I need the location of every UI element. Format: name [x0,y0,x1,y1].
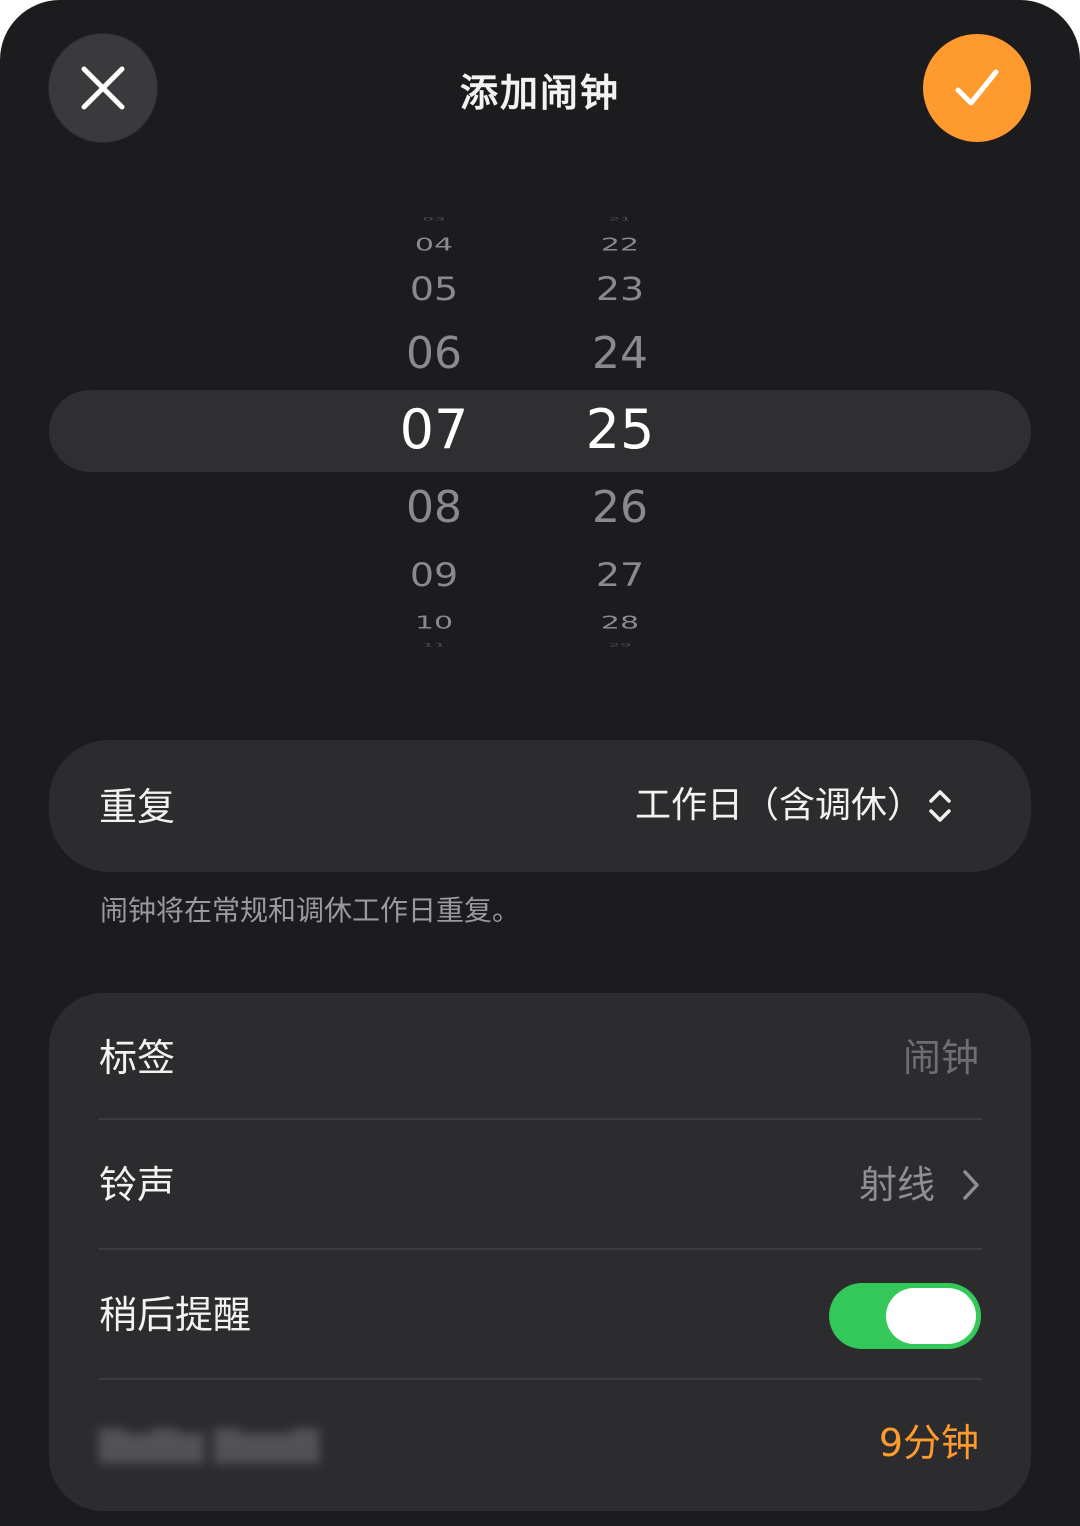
minute-option[interactable]: 26 [560,486,680,530]
minute-option[interactable]: 23 [560,273,680,305]
minute-option[interactable]: 29 [560,643,680,648]
ringtone-value: 射线 [858,1163,935,1207]
repeat-row[interactable]: 重复 工作日（含调休） [49,740,1031,872]
blurred-row-label: ▇▆▇▆ ▇▆▆▇ [99,1424,319,1464]
minute-option[interactable]: 27 [560,559,680,591]
hour-option[interactable]: 04 [374,236,494,254]
chevron-right-icon [963,1170,979,1200]
confirm-button[interactable] [923,34,1031,142]
alarm-settings-group: 标签 闹钟 铃声 射线 稍后提醒 ▇▆▇▆ ▇▆▆▇ 9分钟 [49,993,1031,1511]
snooze-label: 稍后提醒 [99,1293,252,1337]
ringtone-label: 铃声 [99,1163,176,1207]
snooze-duration-value[interactable]: 9分钟 [879,1424,979,1462]
selected-hour[interactable]: 07 [374,402,494,458]
minute-option[interactable]: 22 [560,236,680,254]
repeat-footnote: 闹钟将在常规和调休工作日重复。 [100,894,521,927]
chevron-up-down-icon [929,790,951,822]
add-alarm-sheet: 添加闹钟 03 04 05 06 07 08 09 10 11 21 22 23… [0,0,1080,1526]
repeat-value[interactable]: 工作日（含调休） [635,788,923,824]
minute-option[interactable]: 21 [560,217,680,222]
hour-option[interactable]: 08 [374,486,494,530]
label-row[interactable]: 标签 闹钟 [49,993,1031,1118]
selected-minute[interactable]: 25 [560,402,680,458]
label-input[interactable]: 闹钟 [903,1039,979,1077]
minute-option[interactable]: 24 [560,332,680,376]
hour-option[interactable]: 11 [374,643,494,648]
hour-option[interactable]: 03 [374,217,494,222]
hour-wheel[interactable]: 03 04 05 06 07 08 09 10 11 [374,210,494,650]
checkmark-icon [955,69,999,106]
repeat-label: 重复 [99,785,176,829]
snooze-toggle[interactable] [829,1283,981,1349]
page-title: 添加闹钟 [459,71,620,115]
snooze-duration-row[interactable]: ▇▆▇▆ ▇▆▆▇ 9分钟 [49,1380,1031,1511]
minute-option[interactable]: 28 [560,614,680,632]
ringtone-row[interactable]: 铃声 射线 [49,1120,1031,1248]
picker-selection-highlight [49,390,1031,472]
hour-option[interactable]: 10 [374,614,494,632]
label-row-title: 标签 [99,1036,176,1080]
hour-option[interactable]: 06 [374,332,494,376]
hour-option[interactable]: 05 [374,273,494,305]
hour-option[interactable]: 09 [374,559,494,591]
minute-wheel[interactable]: 21 22 23 24 25 26 27 28 29 [560,210,680,650]
toggle-knob [886,1288,976,1344]
